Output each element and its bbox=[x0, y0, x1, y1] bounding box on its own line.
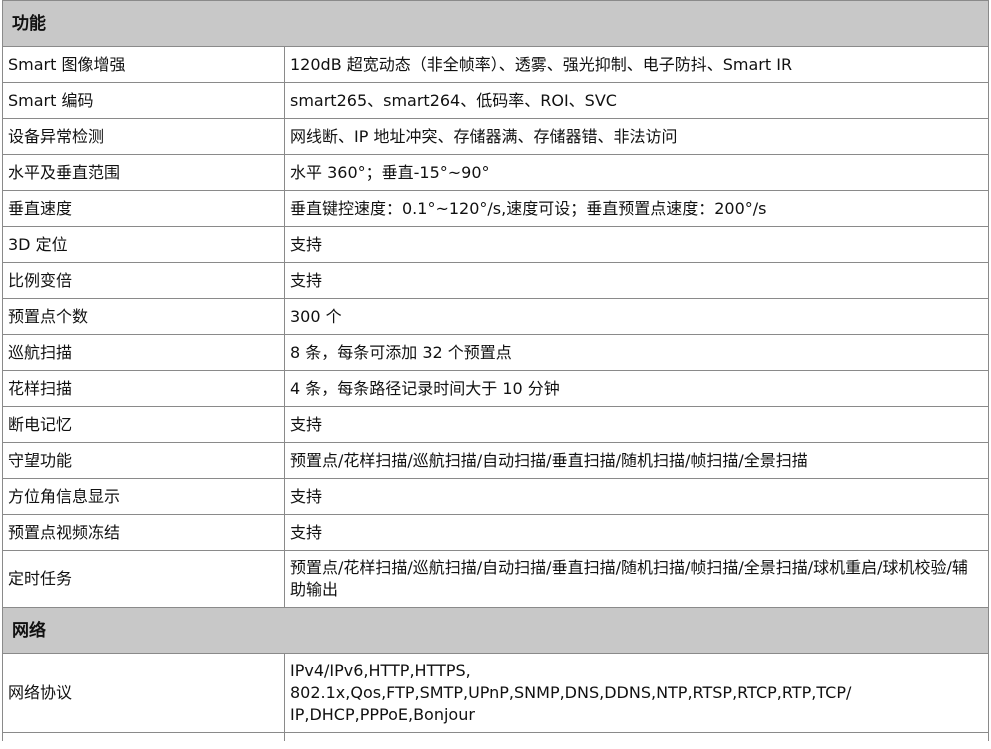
row-label: 设备异常检测 bbox=[2, 118, 285, 155]
row-label: 定时任务 bbox=[2, 550, 285, 608]
table-row: 花样扫描 4 条，每条路径记录时间大于 10 分钟 bbox=[2, 370, 989, 407]
empty-cell bbox=[284, 732, 989, 741]
table-row-partial bbox=[2, 732, 989, 741]
row-label: 网络协议 bbox=[2, 653, 285, 733]
table-row: 网络协议 IPv4/IPv6,HTTP,HTTPS, 802.1x,Qos,FT… bbox=[2, 653, 989, 733]
row-value: 支持 bbox=[284, 514, 989, 551]
row-value: IPv4/IPv6,HTTP,HTTPS, 802.1x,Qos,FTP,SMT… bbox=[284, 653, 989, 733]
table-row: 设备异常检测 网线断、IP 地址冲突、存储器满、存储器错、非法访问 bbox=[2, 118, 989, 155]
table-row: 预置点视频冻结 支持 bbox=[2, 514, 989, 551]
row-value: 水平 360°；垂直-15°~90° bbox=[284, 154, 989, 191]
table-row: Smart 编码 smart265、smart264、低码率、ROI、SVC bbox=[2, 82, 989, 119]
row-value: 预置点/花样扫描/巡航扫描/自动扫描/垂直扫描/随机扫描/帧扫描/全景扫描/球机… bbox=[284, 550, 989, 608]
row-label: 比例变倍 bbox=[2, 262, 285, 299]
table-row: 断电记忆 支持 bbox=[2, 406, 989, 443]
section-title: 网络 bbox=[2, 607, 989, 654]
row-label: 巡航扫描 bbox=[2, 334, 285, 371]
table-row: 巡航扫描 8 条，每条可添加 32 个预置点 bbox=[2, 334, 989, 371]
row-label: 断电记忆 bbox=[2, 406, 285, 443]
row-value: 300 个 bbox=[284, 298, 989, 335]
table-row: 垂直速度 垂直键控速度：0.1°~120°/s,速度可设；垂直预置点速度：200… bbox=[2, 190, 989, 227]
row-label: 预置点个数 bbox=[2, 298, 285, 335]
table-row: 3D 定位 支持 bbox=[2, 226, 989, 263]
table-row: 水平及垂直范围 水平 360°；垂直-15°~90° bbox=[2, 154, 989, 191]
row-value: 8 条，每条可添加 32 个预置点 bbox=[284, 334, 989, 371]
row-label: Smart 图像增强 bbox=[2, 46, 285, 83]
row-value: 支持 bbox=[284, 226, 989, 263]
row-label: 3D 定位 bbox=[2, 226, 285, 263]
row-value: 120dB 超宽动态（非全帧率）、透雾、强光抑制、电子防抖、Smart IR bbox=[284, 46, 989, 83]
row-value: 网线断、IP 地址冲突、存储器满、存储器错、非法访问 bbox=[284, 118, 989, 155]
table-row: 比例变倍 支持 bbox=[2, 262, 989, 299]
row-label: 守望功能 bbox=[2, 442, 285, 479]
spec-table: 功能 Smart 图像增强 120dB 超宽动态（非全帧率）、透雾、强光抑制、电… bbox=[2, 0, 989, 741]
row-label: 方位角信息显示 bbox=[2, 478, 285, 515]
empty-cell bbox=[2, 732, 285, 741]
row-value: 4 条，每条路径记录时间大于 10 分钟 bbox=[284, 370, 989, 407]
row-label: Smart 编码 bbox=[2, 82, 285, 119]
row-value: 预置点/花样扫描/巡航扫描/自动扫描/垂直扫描/随机扫描/帧扫描/全景扫描 bbox=[284, 442, 989, 479]
table-row: 预置点个数 300 个 bbox=[2, 298, 989, 335]
row-label: 花样扫描 bbox=[2, 370, 285, 407]
table-row: 方位角信息显示 支持 bbox=[2, 478, 989, 515]
row-label: 垂直速度 bbox=[2, 190, 285, 227]
section-header-function: 功能 bbox=[2, 0, 989, 47]
row-value: smart265、smart264、低码率、ROI、SVC bbox=[284, 82, 989, 119]
row-label: 水平及垂直范围 bbox=[2, 154, 285, 191]
table-row: 守望功能 预置点/花样扫描/巡航扫描/自动扫描/垂直扫描/随机扫描/帧扫描/全景… bbox=[2, 442, 989, 479]
section-header-network: 网络 bbox=[2, 607, 989, 654]
table-row: Smart 图像增强 120dB 超宽动态（非全帧率）、透雾、强光抑制、电子防抖… bbox=[2, 46, 989, 83]
row-value: 支持 bbox=[284, 406, 989, 443]
row-value: 支持 bbox=[284, 478, 989, 515]
table-row: 定时任务 预置点/花样扫描/巡航扫描/自动扫描/垂直扫描/随机扫描/帧扫描/全景… bbox=[2, 550, 989, 608]
row-value: 支持 bbox=[284, 262, 989, 299]
row-label: 预置点视频冻结 bbox=[2, 514, 285, 551]
row-value: 垂直键控速度：0.1°~120°/s,速度可设；垂直预置点速度：200°/s bbox=[284, 190, 989, 227]
section-title: 功能 bbox=[2, 0, 989, 47]
